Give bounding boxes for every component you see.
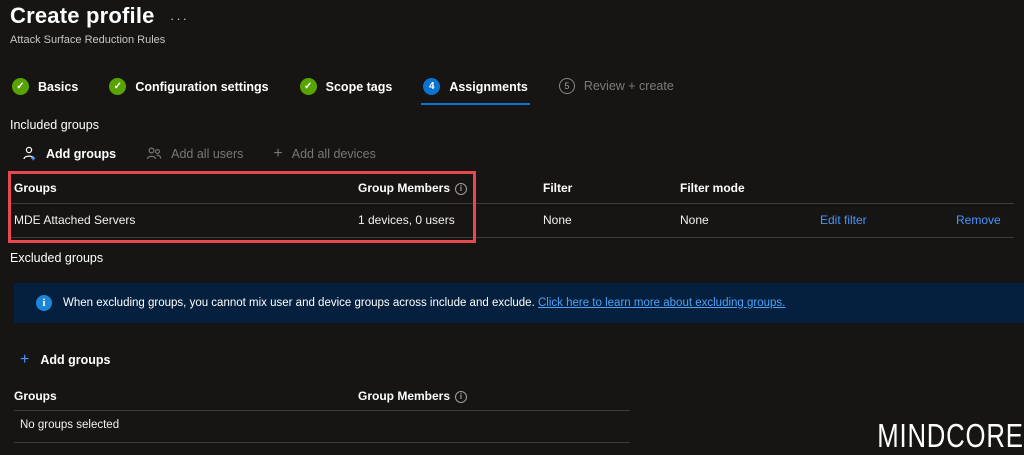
check-icon xyxy=(299,78,317,95)
info-banner-message: When excluding groups, you cannot mix us… xyxy=(63,297,535,309)
excluded-add-groups-label: Add groups xyxy=(40,353,111,367)
column-header-group-members: Group Members i xyxy=(358,181,468,195)
step-configuration-settings[interactable]: Configuration settings xyxy=(107,74,270,105)
mindcore-watermark: MINDCORE xyxy=(877,417,1024,454)
check-icon xyxy=(12,78,29,95)
edit-filter-link[interactable]: Edit filter xyxy=(820,213,867,227)
excluded-column-header-group-members: Group Members i xyxy=(358,389,468,403)
table-divider xyxy=(14,410,630,411)
context-menu-dots-icon[interactable]: ··· xyxy=(170,11,189,26)
add-all-users-button[interactable]: Add all users xyxy=(146,146,243,161)
column-header-group-members-label: Group Members xyxy=(358,181,451,195)
empty-groups-text: No groups selected xyxy=(20,419,120,431)
info-icon[interactable]: i xyxy=(455,183,468,195)
create-profile-page: { "header": { "title": "Create profile",… xyxy=(0,0,1024,454)
page-title: Create profile xyxy=(10,3,155,28)
table-divider xyxy=(10,237,1014,238)
filter-mode-cell: None xyxy=(680,213,709,227)
info-banner-text: When excluding groups, you cannot mix us… xyxy=(63,297,785,309)
person-add-icon xyxy=(22,146,37,161)
add-all-users-label: Add all users xyxy=(171,146,244,161)
step-review-create[interactable]: 5 Review + create xyxy=(557,74,676,104)
add-all-devices-button[interactable]: + Add all devices xyxy=(273,144,376,162)
group-name-cell: MDE Attached Servers xyxy=(14,213,136,227)
filter-cell: None xyxy=(543,213,572,227)
step-label: Configuration settings xyxy=(135,79,269,94)
step-label: Scope tags xyxy=(325,79,393,94)
add-groups-button[interactable]: Add groups xyxy=(22,146,116,161)
people-icon xyxy=(146,146,162,161)
step-number-badge: 4 xyxy=(423,78,441,95)
plus-icon: + xyxy=(20,351,30,368)
excluded-column-header-group-members-label: Group Members xyxy=(358,389,451,403)
step-number-badge: 5 xyxy=(558,78,575,94)
included-groups-toolbar: Add groups Add all users + Add all devic… xyxy=(22,144,376,162)
step-label: Review + create xyxy=(583,79,674,93)
column-header-filter: Filter xyxy=(543,181,573,195)
table-divider xyxy=(14,442,630,443)
excluded-groups-heading: Excluded groups xyxy=(10,251,104,265)
info-banner: i When excluding groups, you cannot mix … xyxy=(14,283,1024,323)
included-groups-heading: Included groups xyxy=(10,118,99,132)
info-icon: i xyxy=(36,295,52,311)
group-members-cell: 1 devices, 0 users xyxy=(358,213,455,227)
excluded-add-groups-button[interactable]: + Add groups xyxy=(20,351,111,368)
excluded-column-header-groups: Groups xyxy=(14,389,57,403)
column-header-filter-mode: Filter mode xyxy=(680,181,745,195)
check-icon xyxy=(109,78,127,95)
step-label: Basics xyxy=(38,79,79,94)
remove-link[interactable]: Remove xyxy=(956,213,1001,227)
add-all-devices-label: Add all devices xyxy=(291,146,376,161)
learn-more-link[interactable]: Click here to learn more about excluding… xyxy=(538,297,785,309)
page-subtitle: Attack Surface Reduction Rules xyxy=(10,34,166,46)
step-scope-tags[interactable]: Scope tags xyxy=(298,74,395,105)
add-groups-label: Add groups xyxy=(46,146,117,161)
wizard-steps: Basics Configuration settings Scope tags… xyxy=(10,74,703,105)
info-icon[interactable]: i xyxy=(455,391,468,403)
column-header-groups: Groups xyxy=(14,181,57,195)
step-basics[interactable]: Basics xyxy=(10,74,80,105)
plus-icon: + xyxy=(273,144,283,162)
table-divider xyxy=(10,203,1014,204)
step-assignments[interactable]: 4 Assignments xyxy=(421,74,530,105)
step-label: Assignments xyxy=(449,79,528,94)
